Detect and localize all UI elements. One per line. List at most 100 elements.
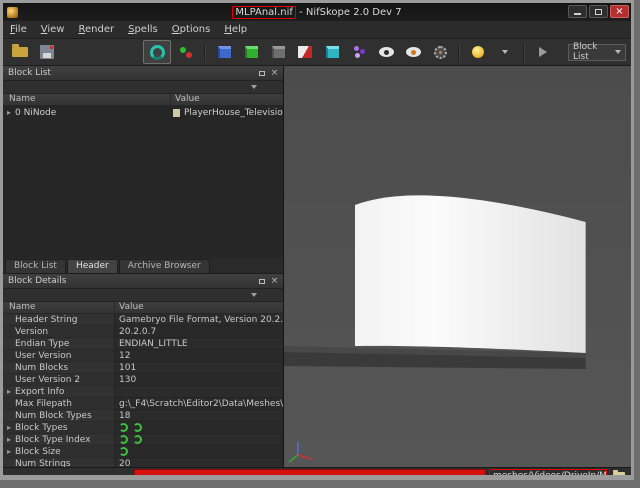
chevron-down-icon[interactable] <box>251 85 257 89</box>
left-dock-column: Block List Name Value <box>3 66 284 467</box>
array-refresh-icon[interactable] <box>119 435 128 444</box>
maximize-icon <box>595 9 602 15</box>
chevron-down-icon[interactable] <box>251 293 257 297</box>
markers-icon <box>179 45 193 59</box>
expand-arrow-icon[interactable] <box>3 447 15 457</box>
column-header-name[interactable]: Name <box>3 302 115 313</box>
maximize-button[interactable] <box>589 5 608 18</box>
dock-close-button[interactable] <box>269 68 280 78</box>
detail-name: Version <box>15 327 48 337</box>
expand-arrow-icon[interactable] <box>3 387 15 397</box>
menu-help[interactable]: Help <box>217 21 254 38</box>
block-list-header-menu <box>3 81 283 94</box>
orbit-view-button[interactable] <box>143 40 171 64</box>
detail-value: 20 <box>119 459 130 468</box>
detail-name: Block Size <box>15 447 61 457</box>
title-filename-annotation: MLPAnal.nif <box>232 6 296 19</box>
green-cube-button[interactable] <box>239 41 263 63</box>
viewport-3d[interactable] <box>284 66 631 467</box>
table-row[interactable]: Num Blocks 101 <box>3 362 283 374</box>
table-row[interactable]: Num Block Types 18 <box>3 410 283 422</box>
visibility-button[interactable] <box>374 41 398 63</box>
array-refresh-icon[interactable] <box>133 435 142 444</box>
expand-arrow-icon[interactable] <box>3 435 15 445</box>
normals-button[interactable] <box>293 41 317 63</box>
blue-cube-button[interactable] <box>212 41 236 63</box>
markers-toggle-button[interactable] <box>174 41 198 63</box>
block-list-column-headers: Name Value <box>3 94 283 106</box>
detail-name: Export Info <box>15 387 64 397</box>
table-row[interactable]: Endian Type ENDIAN_LITTLE <box>3 338 283 350</box>
block-details-header-menu <box>3 289 283 302</box>
minimize-button[interactable] <box>568 5 587 18</box>
cube-cyan-icon <box>326 46 339 58</box>
table-row[interactable]: User Version 12 <box>3 350 283 362</box>
tab-block-list[interactable]: Block List <box>5 259 66 273</box>
block-list-selector[interactable]: Block List <box>568 44 626 61</box>
tab-header[interactable]: Header <box>67 259 118 273</box>
tree-row-ninode[interactable]: 0 NiNode PlayerHouse_Television0... <box>3 106 283 119</box>
file-path: meshes/Videos/DriveIn/MLPAnal.nif <box>493 471 607 481</box>
detail-value: 12 <box>119 351 130 361</box>
dock-close-button[interactable] <box>269 276 280 286</box>
browse-folder-button[interactable] <box>610 469 628 481</box>
table-row[interactable]: Version 20.2.0.7 <box>3 326 283 338</box>
table-row[interactable]: Block Types <box>3 422 283 434</box>
screen-mesh <box>355 195 586 353</box>
table-row[interactable]: User Version 2 130 <box>3 374 283 386</box>
toolbar: Block List <box>3 39 631 66</box>
chevron-down-icon <box>502 50 508 54</box>
save-file-button[interactable] <box>35 41 59 63</box>
open-file-button[interactable] <box>8 41 32 63</box>
statusbar: meshes/Videos/DriveIn/MLPAnal.nif <box>3 467 631 480</box>
menu-render[interactable]: Render <box>71 21 121 38</box>
array-refresh-icon[interactable] <box>133 423 142 432</box>
array-refresh-icon[interactable] <box>119 423 128 432</box>
close-button[interactable] <box>610 5 629 18</box>
block-list-dock: Block List Name Value <box>3 66 283 258</box>
menu-view[interactable]: View <box>34 21 72 38</box>
detail-name: Block Types <box>15 423 68 433</box>
cyan-cube-button[interactable] <box>320 41 344 63</box>
block-details-dock-title: Block Details <box>3 274 283 289</box>
titlebar[interactable]: MLPAnal.nif - NifSkope 2.0 Dev 7 <box>3 3 631 21</box>
title-suffix: - NifSkope 2.0 Dev 7 <box>296 7 402 18</box>
array-refresh-icon[interactable] <box>119 447 128 456</box>
tab-archive-browser[interactable]: Archive Browser <box>119 259 210 273</box>
gray-cube-button[interactable] <box>266 41 290 63</box>
animation-play-button[interactable] <box>531 41 555 63</box>
block-list-tree: 0 NiNode PlayerHouse_Television0... <box>3 106 283 258</box>
table-row[interactable]: Block Type Index <box>3 434 283 446</box>
detail-name: Num Blocks <box>15 363 68 373</box>
table-row[interactable]: Header String Gamebryo File Format, Vers… <box>3 314 283 326</box>
table-row[interactable]: Block Size <box>3 446 283 458</box>
table-row[interactable]: Num Strings 20 <box>3 458 283 467</box>
lighting-button[interactable] <box>466 41 490 63</box>
detail-name: Endian Type <box>15 339 69 349</box>
column-header-value[interactable]: Value <box>115 302 283 313</box>
column-header-value[interactable]: Value <box>171 94 283 105</box>
particles-button[interactable] <box>347 41 371 63</box>
menu-options[interactable]: Options <box>165 21 218 38</box>
table-row[interactable]: Export Info <box>3 386 283 398</box>
dock-title-label: Block List <box>8 68 51 78</box>
toolbar-separator <box>204 43 206 62</box>
node-type-icon <box>173 109 180 117</box>
minimize-icon <box>574 13 581 15</box>
dock-float-button[interactable] <box>256 68 267 78</box>
dock-float-button[interactable] <box>256 276 267 286</box>
expand-arrow-icon[interactable] <box>3 108 15 118</box>
menu-file[interactable]: File <box>3 21 34 38</box>
menu-spells[interactable]: Spells <box>121 21 165 38</box>
settings-button[interactable] <box>428 41 452 63</box>
detail-name: Header String <box>15 315 78 325</box>
lighting-dropdown[interactable] <box>493 41 517 63</box>
highlight-button[interactable] <box>401 41 425 63</box>
block-list-dock-title: Block List <box>3 66 283 81</box>
table-row[interactable]: Max Filepath g:\_F4\Scratch\Editor2\Data… <box>3 398 283 410</box>
node-name: 0 NiNode <box>15 108 56 118</box>
expand-arrow-icon[interactable] <box>3 423 15 433</box>
detail-value: 130 <box>119 375 136 385</box>
column-header-name[interactable]: Name <box>3 94 171 105</box>
window-controls <box>568 5 629 18</box>
